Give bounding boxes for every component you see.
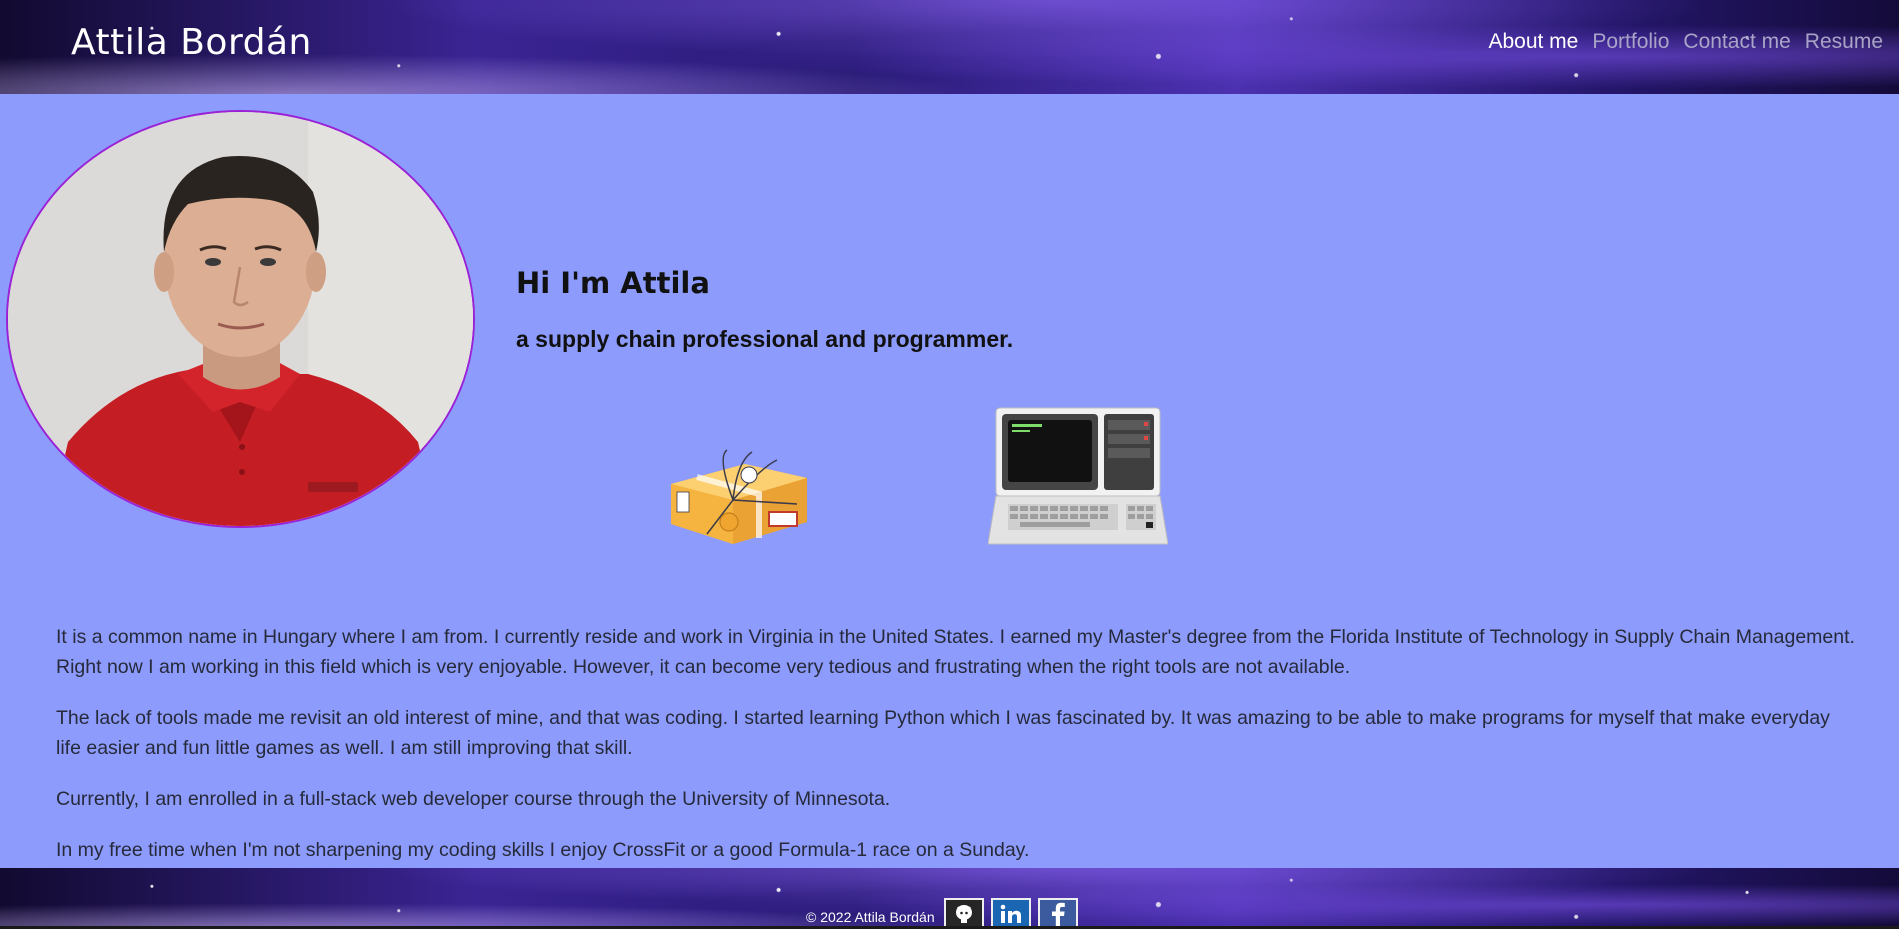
main-nav: About me Portfolio Contact me Resume [1488, 30, 1883, 54]
hero-subtitle: a supply chain professional and programm… [516, 326, 1014, 352]
nav-contact-me[interactable]: Contact me [1683, 30, 1790, 54]
site-footer: © 2022 Attila Bordán [0, 868, 1899, 929]
facebook-icon[interactable] [1037, 898, 1078, 929]
about-paragraph: In my free time when I'm not sharpening … [56, 839, 1030, 861]
copyright-text: © 2022 Attila Bordán [806, 909, 935, 925]
linkedin-icon[interactable] [990, 898, 1031, 929]
nav-resume[interactable]: Resume [1805, 30, 1883, 54]
footer-content: © 2022 Attila Bordán [806, 898, 1078, 929]
about-paragraph: The lack of tools made me revisit an old… [56, 707, 1830, 759]
hero-title: Hi I'm Attila [516, 266, 710, 300]
nav-portfolio[interactable]: Portfolio [1592, 30, 1669, 54]
github-icon[interactable] [943, 898, 984, 929]
package-box-illustration [667, 442, 811, 551]
about-section: It is a common name in Hungary where I a… [56, 622, 1856, 886]
about-paragraph: It is a common name in Hungary where I a… [56, 626, 1855, 678]
nav-about-me[interactable]: About me [1488, 30, 1578, 54]
site-header: Attila Bordán About me Portfolio Contact… [0, 0, 1899, 94]
hero-section: Hi I'm Attila a supply chain professiona… [0, 94, 1899, 594]
about-paragraph: Currently, I am enrolled in a full-stack… [56, 788, 891, 810]
profile-photo [6, 110, 475, 528]
site-brand[interactable]: Attila Bordán [71, 22, 312, 63]
retro-computer-illustration [987, 406, 1169, 551]
